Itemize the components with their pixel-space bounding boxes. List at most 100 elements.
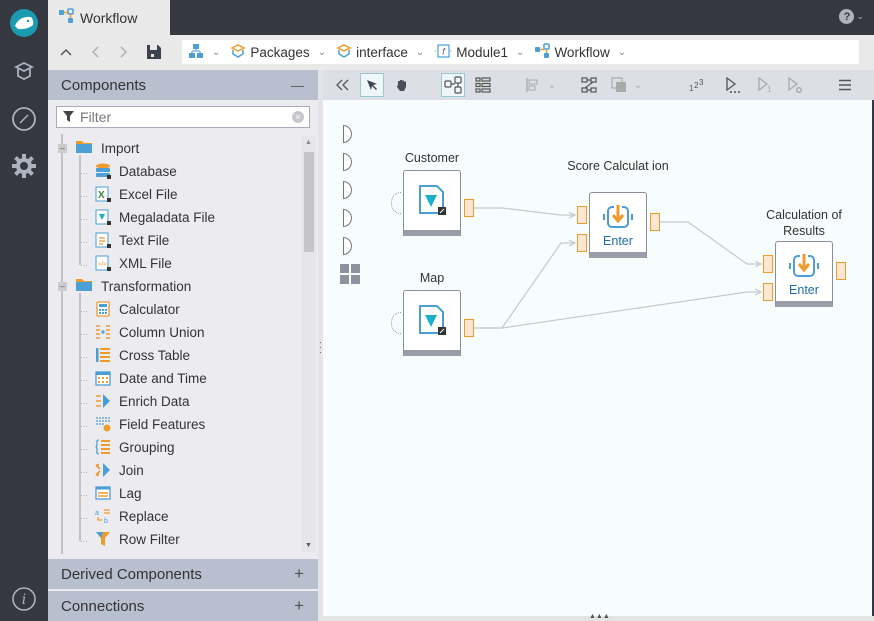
arrange-dropdown-chevron-icon[interactable]: ⌄ [631, 73, 645, 97]
tree-group-import[interactable]: – Import [58, 137, 139, 159]
tree-item-replace[interactable]: … a b Replace [80, 505, 169, 527]
align-button[interactable] [521, 73, 545, 97]
database-icon [95, 163, 111, 179]
run-reset-button[interactable] [783, 73, 807, 97]
output-port[interactable] [650, 213, 660, 231]
renumber-button[interactable]: 123 [685, 73, 709, 97]
tree-item-megaladata-file[interactable]: … Megaladata File [80, 206, 215, 228]
tree-item-xml-file[interactable]: … </> XML File [80, 252, 172, 274]
scroll-up-icon[interactable]: ▲ [305, 139, 312, 146]
tab-title: Workflow [80, 9, 138, 26]
tree-group-transformation[interactable]: – Transformation [58, 275, 191, 297]
input-port[interactable] [577, 206, 587, 224]
breadcrumb-item-workflow[interactable]: Workflow ⌄ [534, 42, 626, 62]
node-customer[interactable] [403, 170, 461, 236]
enter-link[interactable]: Enter [590, 234, 646, 248]
splitter-grip-icon[interactable]: ▲▲▲ [589, 613, 610, 620]
tree-item-enrich-data[interactable]: … Enrich Data [80, 390, 190, 412]
tab-workflow[interactable]: Workflow [48, 0, 170, 35]
tree-item-date-and-time[interactable]: … Date and Time [80, 367, 207, 389]
tree-item-database[interactable]: … Database [80, 160, 177, 182]
components-header[interactable]: Components — [48, 70, 318, 100]
enter-link[interactable]: Enter [776, 283, 832, 297]
logo-icon[interactable] [9, 8, 39, 38]
workflow-view-button[interactable] [441, 73, 465, 97]
collapse-panel-button[interactable] [331, 73, 355, 97]
breadcrumb-item-hierarchy[interactable]: ⌄ [188, 43, 220, 62]
forward-button[interactable] [114, 42, 134, 62]
node-map[interactable] [403, 290, 461, 356]
collapse-toggle-icon[interactable]: – [58, 281, 67, 291]
svg-text:f: f [442, 46, 446, 56]
breadcrumb-item-packages[interactable]: Packages ⌄ [230, 43, 326, 61]
tree-item-label: Grouping [119, 439, 175, 455]
svg-text:</>: </> [98, 262, 107, 268]
connection-link[interactable] [660, 221, 761, 265]
chevron-down-icon[interactable]: ⌄ [618, 47, 626, 58]
tree-item-join[interactable]: … Join [80, 459, 144, 481]
grid-view-icon[interactable] [340, 264, 360, 287]
node-label-customer: Customer [404, 151, 460, 165]
run-one-button[interactable]: 1 [753, 73, 777, 97]
up-button[interactable] [56, 42, 76, 62]
tree-item-grouping[interactable]: … Grouping [80, 436, 175, 458]
back-button[interactable] [85, 42, 105, 62]
input-port[interactable] [763, 255, 773, 273]
tree-item-lag[interactable]: … Lag [80, 482, 142, 504]
input-port[interactable] [577, 234, 587, 252]
menu-hamburger-icon[interactable] [833, 73, 857, 97]
collapse-icon[interactable]: — [291, 78, 304, 93]
connections-header[interactable]: Connections + [48, 591, 318, 621]
clear-icon[interactable]: × [292, 111, 304, 123]
tree-item-cross-table[interactable]: … Cross Table [80, 344, 190, 366]
workflow-canvas[interactable]: Customer Map Score Calculat ion Enter Calcul… [323, 100, 872, 616]
derived-components-header[interactable]: Derived Components + [48, 559, 318, 589]
title-bar: Workflow ? ⌄ [48, 0, 874, 35]
arrange-order-button[interactable] [607, 73, 631, 97]
breadcrumb-item-interface[interactable]: interface ⌄ [336, 43, 424, 61]
connection-link[interactable] [474, 207, 575, 216]
node-score[interactable]: Enter [589, 192, 647, 258]
align-dropdown-chevron-icon[interactable]: ⌄ [545, 73, 559, 97]
chevron-down-icon[interactable]: ⌄ [416, 47, 424, 58]
tree-item-field-features[interactable]: … Field Features [80, 413, 205, 435]
node-label-results: Calculation of Results [766, 208, 842, 238]
expand-icon[interactable]: + [294, 564, 304, 584]
collapse-toggle-icon[interactable]: – [58, 143, 67, 153]
help-menu[interactable]: ? ⌄ [839, 9, 864, 24]
run-all-button[interactable] [721, 73, 745, 97]
connection-link[interactable] [474, 242, 575, 329]
tree-item-row-filter[interactable]: … Row Filter [80, 528, 180, 550]
bottom-splitter[interactable]: ▲▲▲ [323, 613, 874, 621]
save-button[interactable] [144, 42, 164, 62]
expand-icon[interactable]: + [294, 596, 304, 616]
input-port[interactable] [763, 283, 773, 301]
pan-tool-button[interactable] [390, 73, 414, 97]
chevron-down-icon[interactable]: ⌄ [318, 47, 326, 58]
tree-item-calculator[interactable]: … Calculator [80, 298, 180, 320]
auto-layout-button[interactable] [577, 73, 601, 97]
tree-item-text-file[interactable]: … Text File [80, 229, 169, 251]
packages-icon[interactable] [9, 56, 39, 86]
splitter-grip-icon[interactable]: · · · [319, 338, 322, 357]
select-tool-button[interactable] [360, 73, 384, 97]
scrollbar-thumb[interactable] [304, 152, 314, 252]
filter-input[interactable]: Filter × [56, 106, 310, 128]
output-port[interactable] [464, 319, 474, 337]
tree-item-excel-file[interactable]: … X Excel File [80, 183, 178, 205]
scroll-down-icon[interactable]: ▼ [305, 542, 312, 549]
output-port[interactable] [836, 262, 846, 280]
tree-item-column-union[interactable]: … Column Union [80, 321, 205, 343]
compass-icon[interactable] [9, 104, 39, 134]
info-icon[interactable]: i [9, 584, 39, 614]
node-results[interactable]: Enter [775, 241, 833, 307]
chevron-down-icon[interactable]: ⌄ [516, 47, 524, 58]
output-port[interactable] [464, 199, 474, 217]
settings-gear-icon[interactable] [9, 151, 39, 181]
svg-text:1: 1 [767, 85, 772, 93]
list-view-button[interactable] [471, 73, 495, 97]
breadcrumb-item-module[interactable]: f Module1 ⌄ [434, 43, 524, 61]
connection-link[interactable] [474, 291, 761, 329]
tree-scrollbar[interactable]: ▲ ▼ [302, 136, 316, 552]
chevron-down-icon[interactable]: ⌄ [212, 47, 220, 58]
